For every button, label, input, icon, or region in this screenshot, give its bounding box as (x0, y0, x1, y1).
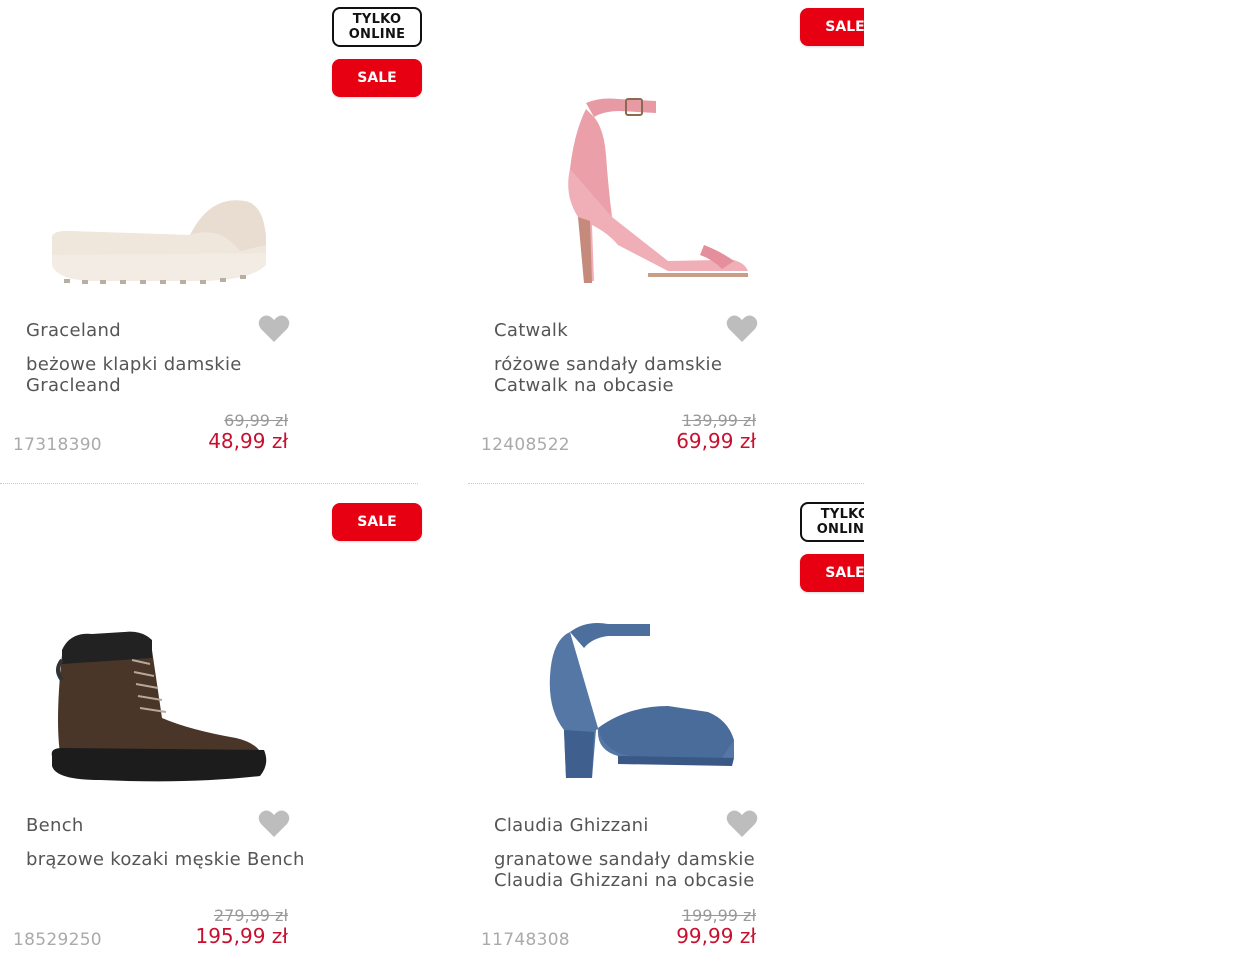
sale-badge: SALE (800, 554, 864, 592)
brown-ankle-boot-icon (51, 631, 267, 782)
old-price: 199,99 zł (681, 906, 756, 925)
heart-icon[interactable] (258, 809, 290, 839)
old-price: 139,99 zł (681, 411, 756, 430)
product-card[interactable]: TYLKO ONLINE SALE Graceland beżowe klapk… (0, 0, 422, 484)
product-card[interactable]: TYLKO ONLINE SALE Claudia Ghizzani grana… (468, 495, 864, 967)
pink-heeled-sandal-icon (568, 98, 748, 283)
product-sku: 11748308 (481, 930, 570, 950)
sale-badge: SALE (332, 59, 422, 97)
product-sku: 12408522 (481, 435, 570, 455)
product-sku: 17318390 (13, 435, 102, 455)
product-name[interactable]: beżowe klapki damskie Gracleand (26, 354, 326, 396)
online-only-badge: TYLKO ONLINE (800, 502, 864, 542)
online-badge-line1: TYLKO (820, 507, 864, 522)
online-only-badge: TYLKO ONLINE (332, 7, 422, 47)
product-image[interactable] (40, 85, 280, 295)
beige-slide-sandal-icon (51, 200, 267, 284)
product-card[interactable]: SALE Bench brązowe kozaki męskie Bench 2… (0, 495, 422, 967)
product-brand: Claudia Ghizzani (494, 815, 649, 836)
product-name[interactable]: brązowe kozaki męskie Bench (26, 849, 326, 870)
product-card[interactable]: SALE Catwalk różowe sandały damskie Catw… (468, 0, 864, 484)
row-divider (468, 483, 864, 484)
product-name[interactable]: różowe sandały damskie Catwalk na obcasi… (494, 354, 794, 396)
heart-icon[interactable] (726, 314, 758, 344)
online-badge-line1: TYLKO (352, 12, 402, 27)
product-brand: Graceland (26, 320, 121, 341)
heart-icon[interactable] (726, 809, 758, 839)
product-name[interactable]: granatowe sandały damskie Claudia Ghizza… (494, 849, 794, 891)
product-grid: TYLKO ONLINE SALE Graceland beżowe klapk… (0, 0, 864, 967)
old-price: 279,99 zł (213, 906, 288, 925)
product-image[interactable] (40, 580, 280, 790)
row-divider (0, 483, 418, 484)
online-badge-line2: ONLINE (348, 27, 406, 42)
heart-icon[interactable] (258, 314, 290, 344)
product-brand: Bench (26, 815, 84, 836)
sale-price: 48,99 zł (208, 429, 288, 453)
denim-platform-heel-icon (549, 623, 734, 778)
product-image[interactable] (508, 580, 748, 790)
old-price: 69,99 zł (224, 411, 288, 430)
product-brand: Catwalk (494, 320, 568, 341)
online-badge-line2: ONLINE (816, 522, 864, 537)
sale-price: 195,99 zł (195, 924, 288, 948)
sale-badge: SALE (800, 8, 864, 46)
sale-price: 99,99 zł (676, 924, 756, 948)
sale-price: 69,99 zł (676, 429, 756, 453)
product-sku: 18529250 (13, 930, 102, 950)
sale-badge: SALE (332, 503, 422, 541)
product-image[interactable] (508, 85, 748, 295)
